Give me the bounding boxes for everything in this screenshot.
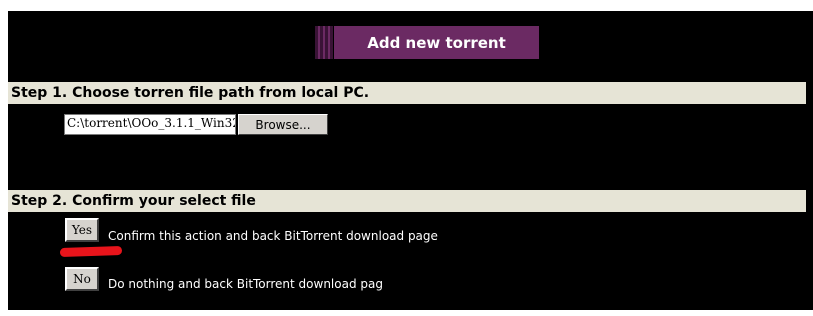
header-stripes-decoration	[315, 26, 333, 59]
highlight-underline-mark	[59, 245, 123, 258]
yes-description: Confirm this action and back BitTorrent …	[108, 229, 438, 243]
page-title: Add new torrent	[334, 26, 539, 59]
browse-button[interactable]: Browse...	[238, 114, 328, 135]
step1-header: Step 1. Choose torren file path from loc…	[8, 82, 806, 104]
step2-header: Step 2. Confirm your select file	[8, 190, 806, 212]
no-button[interactable]: No	[65, 267, 99, 291]
no-description: Do nothing and back BitTorrent download …	[108, 277, 383, 291]
yes-button[interactable]: Yes	[65, 218, 99, 242]
torrent-dialog: Add new torrent Step 1. Choose torren fi…	[8, 11, 813, 310]
file-path-input[interactable]: C:\torrent\OOo_3.1.1_Win32I	[64, 114, 236, 135]
